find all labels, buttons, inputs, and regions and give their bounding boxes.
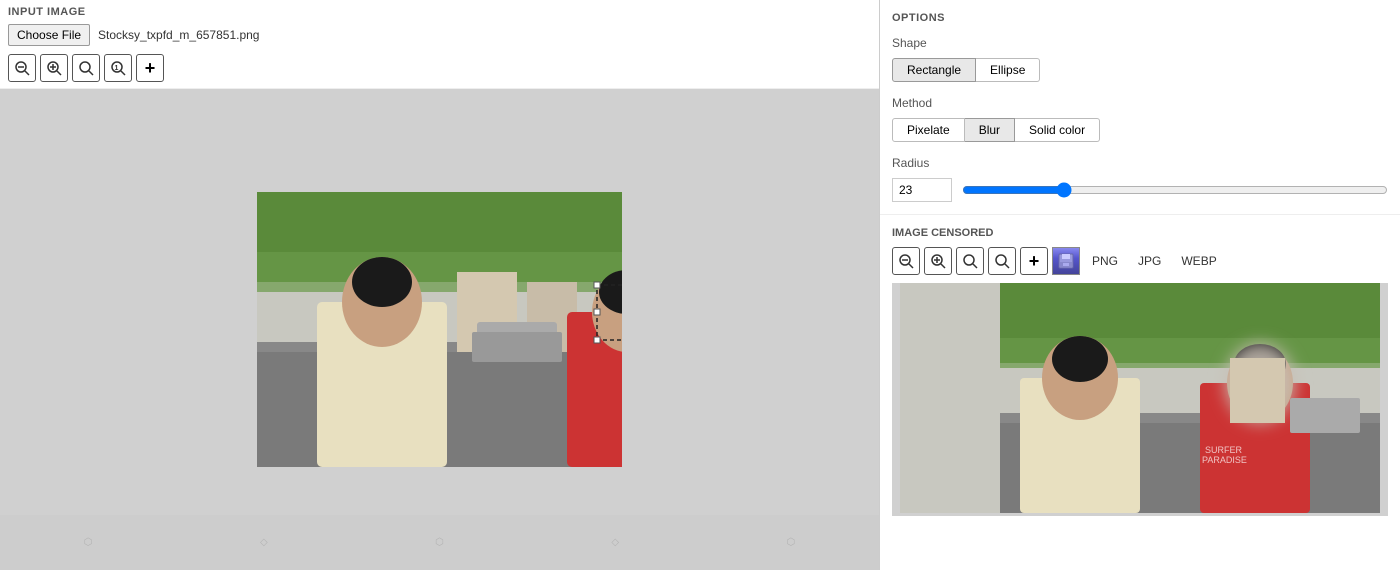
format-jpg-button[interactable]: JPG [1130,251,1169,271]
options-label: OPTIONS [892,12,1388,24]
censored-zoom-in-button[interactable] [924,247,952,275]
censored-preview: SURFER PARADISE [892,283,1388,516]
shape-ellipse-button[interactable]: Ellipse [976,58,1040,82]
zoom-fit-icon [78,60,94,76]
save-button[interactable] [1052,247,1080,275]
zoom-controls: 1 + [8,54,871,82]
shape-label: Shape [892,36,1388,50]
add-region-button[interactable]: + [136,54,164,82]
censored-zoom-actual-button[interactable] [988,247,1016,275]
filename-label: Stocksy_txpfd_m_657851.png [98,28,259,42]
svg-text:SURFER: SURFER [1205,445,1243,455]
radius-label: Radius [892,156,1388,170]
input-image[interactable] [257,192,622,467]
censored-toolbar: + PNG JPG WEBP [892,247,1388,275]
censored-zoom-actual-icon [994,253,1010,269]
left-header: INPUT IMAGE Choose File Stocksy_txpfd_m_… [0,0,879,89]
censored-zoom-out-icon [898,253,914,269]
censored-zoom-out-button[interactable] [892,247,920,275]
method-pixelate-button[interactable]: Pixelate [892,118,965,142]
zoom-fit-button[interactable] [72,54,100,82]
zoom-actual-icon: 1 [110,60,126,76]
format-webp-button[interactable]: WEBP [1173,251,1224,271]
zoom-in-button[interactable] [40,54,68,82]
censored-image: SURFER PARADISE [892,283,1388,513]
censored-section: IMAGE CENSORED [880,215,1400,570]
input-image-label: INPUT IMAGE [8,6,871,18]
method-group: Method Pixelate Blur Solid color [892,96,1388,142]
method-blur-button[interactable]: Blur [965,118,1015,142]
svg-text:PARADISE: PARADISE [1202,455,1247,465]
choose-file-button[interactable]: Choose File [8,24,90,46]
zoom-in-icon [46,60,62,76]
shape-buttons: Rectangle Ellipse [892,58,1388,82]
radius-group: Radius [892,156,1388,202]
shape-rectangle-button[interactable]: Rectangle [892,58,976,82]
image-container[interactable] [257,192,622,467]
radius-row [892,178,1388,202]
format-png-button[interactable]: PNG [1084,251,1126,271]
method-solidcolor-button[interactable]: Solid color [1015,118,1100,142]
svg-text:1: 1 [115,65,119,72]
radius-slider[interactable] [962,182,1388,198]
shape-group: Shape Rectangle Ellipse [892,36,1388,82]
file-row: Choose File Stocksy_txpfd_m_657851.png [8,24,871,46]
method-buttons: Pixelate Blur Solid color [892,118,1388,142]
save-icon [1057,252,1075,270]
censored-add-button[interactable]: + [1020,247,1048,275]
zoom-actual-button[interactable]: 1 [104,54,132,82]
right-panel: OPTIONS Shape Rectangle Ellipse Method P… [880,0,1400,570]
radius-input[interactable] [892,178,952,202]
censored-zoom-fit-button[interactable] [956,247,984,275]
censored-label: IMAGE CENSORED [892,227,1388,239]
options-header: OPTIONS Shape Rectangle Ellipse Method P… [880,0,1400,215]
censored-zoom-fit-icon [962,253,978,269]
canvas-area[interactable]: ⬡ ◇ ⬡ ◇ ⬡ [0,89,879,570]
left-panel: INPUT IMAGE Choose File Stocksy_txpfd_m_… [0,0,880,570]
method-label: Method [892,96,1388,110]
censored-zoom-in-icon [930,253,946,269]
zoom-out-icon [14,60,30,76]
watermark-bar: ⬡ ◇ ⬡ ◇ ⬡ [0,515,879,570]
zoom-out-button[interactable] [8,54,36,82]
